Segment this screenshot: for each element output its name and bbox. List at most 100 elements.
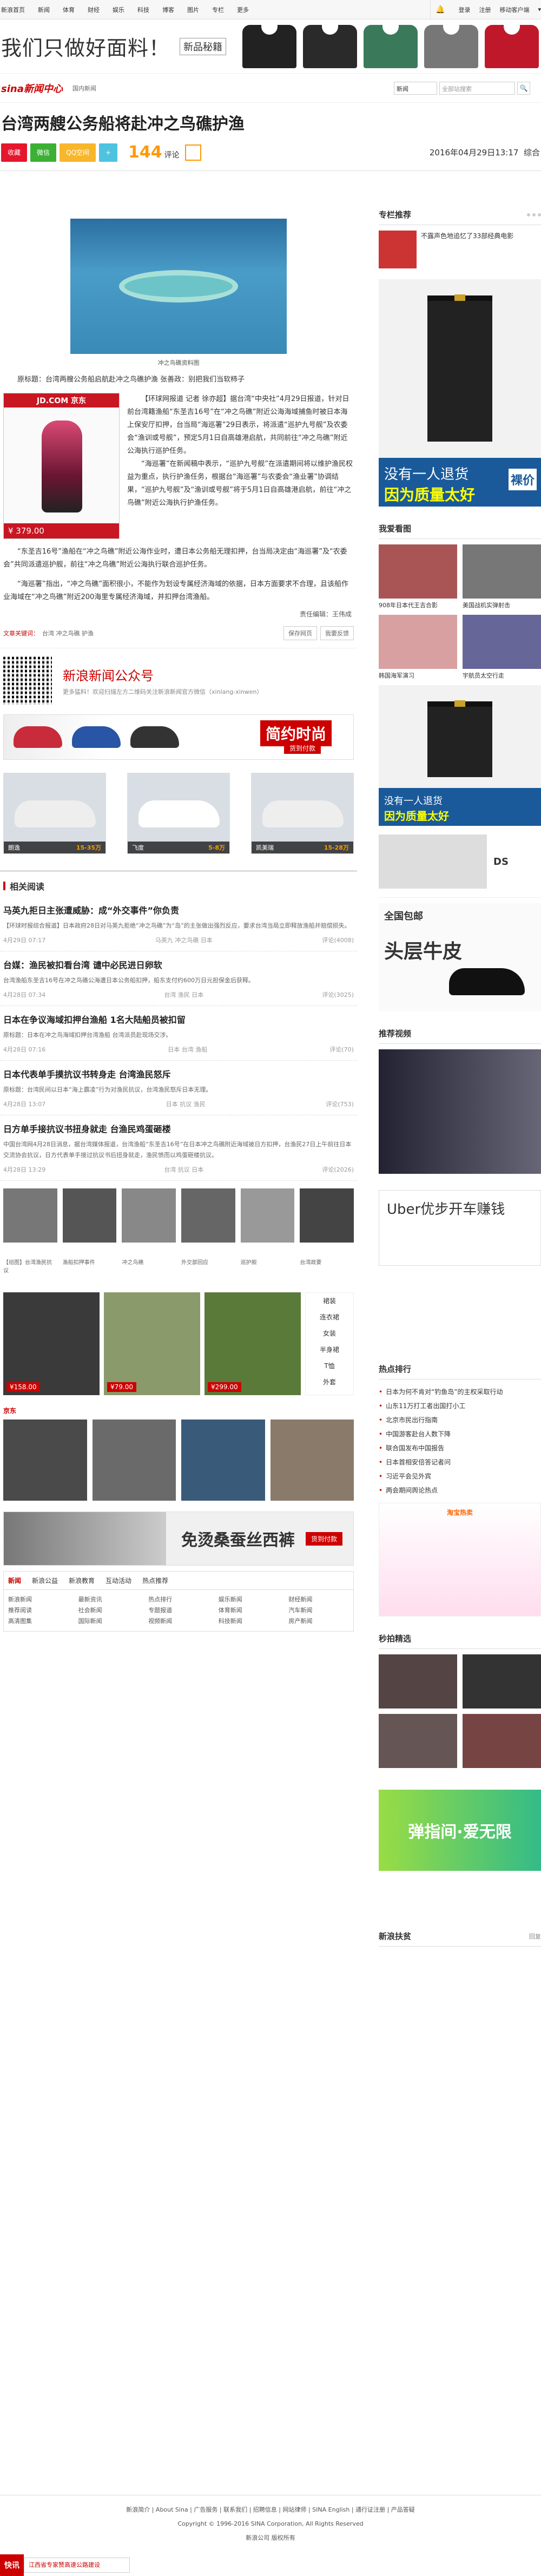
feedback-button[interactable]: 我要反馈	[320, 626, 354, 640]
video-tile[interactable]	[379, 1714, 457, 1768]
car-ad[interactable]: 朗逸 15-35万	[3, 773, 106, 854]
link[interactable]: 国际新闻	[78, 1616, 139, 1627]
related-title[interactable]: 日方单手接抗议书扭身就走 台渔民鸡蛋砸楼	[3, 1122, 354, 1135]
link[interactable]: 视频新闻	[148, 1616, 209, 1627]
hot-item[interactable]: 北京市民出行指南	[379, 1413, 541, 1427]
category-link[interactable]: 连衣裙	[306, 1309, 353, 1325]
related-item[interactable]: 日本代表单手摸抗议书转身走 台湾渔民怒斥 原标题：台湾民间以日本“海上霸凌”行为…	[0, 1061, 357, 1115]
tab-charity[interactable]: 新浪公益	[32, 1576, 58, 1585]
photo-caption[interactable]: 台湾政要	[300, 1258, 354, 1279]
nav-link[interactable]: 娱乐	[113, 5, 124, 14]
hot-item[interactable]: 中国游客赴台人数下降	[379, 1427, 541, 1441]
video-tile[interactable]	[463, 1654, 541, 1708]
link[interactable]: 推荐阅读	[8, 1605, 69, 1616]
carousel-dots[interactable]	[527, 213, 541, 216]
link[interactable]: 社会新闻	[78, 1605, 139, 1616]
news-photo[interactable]	[3, 1188, 57, 1243]
related-comments[interactable]: 评论(4008)	[322, 936, 354, 944]
car-ad[interactable]: 凯美瑞 15-28万	[251, 773, 354, 854]
nav-link[interactable]: 博客	[162, 5, 174, 14]
search-select[interactable]: 新闻	[394, 81, 437, 95]
taobao-side-ad[interactable]: 淘宝热卖	[379, 1503, 541, 1616]
nav-link[interactable]: 图片	[187, 5, 199, 14]
news-photo[interactable]	[122, 1188, 176, 1243]
hot-item[interactable]: 日本首相安倍答记者问	[379, 1455, 541, 1469]
jd-product[interactable]	[270, 1420, 354, 1501]
video-tile[interactable]	[379, 1654, 457, 1708]
news-photo[interactable]	[300, 1188, 354, 1243]
grid-caption[interactable]: 宇航员太空行走	[463, 671, 541, 680]
wechat-share-button[interactable]: 微信	[30, 143, 57, 162]
comment-count[interactable]: 144 评论	[128, 143, 180, 162]
news-photo[interactable]	[181, 1188, 235, 1243]
bottom-ticker[interactable]: 快讯 江西省专家赞高速公路建设	[0, 2554, 130, 2576]
nav-link[interactable]: 体育	[63, 5, 75, 14]
link[interactable]: 最新资讯	[78, 1594, 139, 1605]
link[interactable]: 科技新闻	[219, 1616, 279, 1627]
related-comments[interactable]: 评论(70)	[329, 1045, 354, 1054]
grid-photo[interactable]	[379, 544, 457, 599]
grid-photo[interactable]	[463, 544, 541, 599]
tab-news[interactable]: 新闻	[8, 1576, 21, 1585]
related-title[interactable]: 台媒：渔民被扣看台湾 谴中必民进日卵软	[3, 958, 354, 971]
link[interactable]: 房产新闻	[288, 1616, 349, 1627]
jd-product[interactable]	[92, 1420, 176, 1501]
car-side-ad[interactable]: DS	[379, 826, 541, 898]
link[interactable]: 财经新闻	[288, 1594, 349, 1605]
hot-item[interactable]: 联合国发布中国报告	[379, 1441, 541, 1455]
car-ad[interactable]: 飞度 5-8万	[127, 773, 230, 854]
related-item[interactable]: 台媒：渔民被扣看台湾 谴中必民进日卵软 台湾渔船东圣吉16号在冲之鸟礁公海遭日本…	[0, 951, 357, 1006]
pants-ad[interactable]: 没有一人退货 因为质量太好 裸价	[379, 279, 541, 507]
hot-item[interactable]: 日本为何不肯对“钓鱼岛”的主权采取行动	[379, 1385, 541, 1399]
ticker-text[interactable]: 江西省专家赞高速公路建设	[24, 2558, 130, 2573]
category-link[interactable]: 裙装	[306, 1293, 353, 1309]
link[interactable]: 汽车新闻	[288, 1605, 349, 1616]
tags-list[interactable]: 台湾 冲之鸟礁 护渔	[42, 629, 94, 638]
sina-logo[interactable]: sina新闻中心	[1, 81, 63, 95]
pants-ad-2[interactable]: 没有一人退货 因为质量太好	[379, 685, 541, 826]
photo-caption[interactable]: 冲之鸟礁	[122, 1258, 176, 1279]
related-title[interactable]: 日本在争议海域扣押台渔船 1名大陆船员被扣留	[3, 1013, 354, 1026]
product-image[interactable]: ¥158.00	[3, 1292, 100, 1395]
edit-comment-icon[interactable]	[184, 144, 201, 161]
related-comments[interactable]: 评论(753)	[326, 1100, 354, 1108]
link[interactable]: 新浪新闻	[8, 1594, 69, 1605]
nav-link[interactable]: 财经	[88, 5, 100, 14]
plus-icon[interactable]: +	[98, 143, 117, 162]
link[interactable]: 专题报道	[148, 1605, 209, 1616]
login-link[interactable]: 登录	[458, 5, 470, 14]
related-item[interactable]: 日方单手接抗议书扭身就走 台渔民鸡蛋砸楼 中国台湾网4月28日消息，据台湾媒体报…	[0, 1115, 357, 1181]
hot-item[interactable]: 山东11万打工者出国打小工	[379, 1399, 541, 1413]
search-icon[interactable]: 🔍	[517, 81, 530, 95]
nav-more[interactable]: 更多	[237, 5, 249, 14]
rec-item[interactable]: 不露声色地追忆了33部经典电影	[379, 225, 541, 274]
trousers-ad[interactable]: 免烫桑蚕丝西裤 货到付款	[3, 1512, 354, 1566]
breadcrumb[interactable]: 国内新闻	[72, 84, 96, 93]
category-link[interactable]: 外套	[306, 1374, 353, 1390]
news-photo[interactable]	[62, 1188, 117, 1243]
link[interactable]: 体育新闻	[219, 1605, 279, 1616]
product-image[interactable]: ¥299.00	[204, 1292, 301, 1395]
save-page-button[interactable]: 保存网页	[283, 626, 317, 640]
nav-link[interactable]: 新浪首页	[1, 5, 25, 14]
grid-caption[interactable]: 908年日本代王吉合影	[379, 601, 457, 609]
trousers-ad-button[interactable]: 货到付款	[305, 1532, 342, 1546]
tab-events[interactable]: 互动活动	[105, 1576, 131, 1585]
uber-ad[interactable]: Uber优步开车赚钱	[379, 1190, 541, 1266]
shoe-ad-button[interactable]: 货到付款	[283, 742, 321, 754]
island-photo[interactable]	[70, 219, 287, 354]
jd-ad[interactable]: JD.COM 京东 ¥ 379.00	[3, 393, 120, 539]
shoe-side-ad[interactable]: 全国包邮 头层牛皮	[379, 903, 541, 1011]
link[interactable]: 娱乐新闻	[219, 1594, 279, 1605]
tab-hot[interactable]: 热点推荐	[142, 1576, 168, 1585]
grid-photo[interactable]	[463, 615, 541, 669]
mobile-app-link[interactable]: 移动客户端	[499, 5, 529, 14]
video-tile[interactable]	[463, 1714, 541, 1768]
tab-education[interactable]: 新浪教育	[69, 1576, 95, 1585]
register-link[interactable]: 注册	[479, 5, 491, 14]
hot-item[interactable]: 习近平会见外宾	[379, 1469, 541, 1483]
link[interactable]: 热点排行	[148, 1594, 209, 1605]
game-ad[interactable]: 弹指间·爱无限	[379, 1790, 541, 1871]
news-photo[interactable]	[240, 1188, 295, 1243]
search-input[interactable]: 全部站搜索	[439, 81, 515, 95]
